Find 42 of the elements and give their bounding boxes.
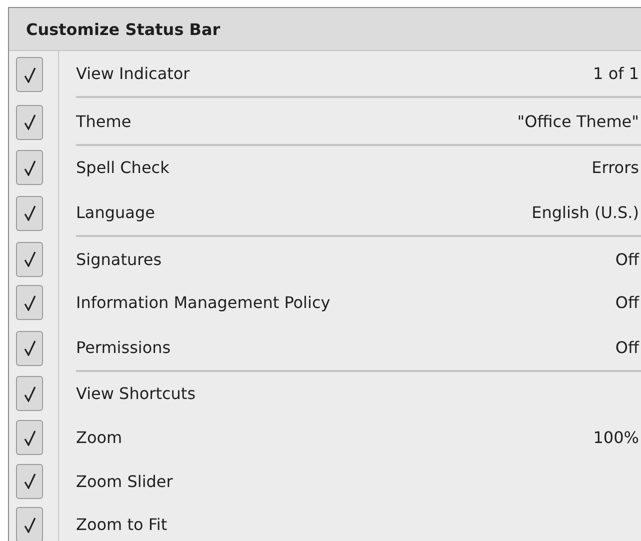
check-icon <box>24 205 36 222</box>
check-icon <box>24 66 36 82</box>
checkbox[interactable] <box>16 285 43 320</box>
menu-item[interactable]: Spell Check <box>76 158 170 178</box>
status-value: English (U.S.) <box>532 202 640 222</box>
check-icon <box>24 114 36 130</box>
checkbox[interactable] <box>16 507 43 541</box>
menu-item[interactable]: Information Management Policy <box>76 293 330 312</box>
menu-title: Customize Status Bar <box>9 8 641 51</box>
check-icon <box>24 294 36 311</box>
menu-item[interactable]: View Shortcuts <box>76 384 196 404</box>
check-icon <box>24 386 36 402</box>
menu-item[interactable]: Signatures <box>76 250 162 269</box>
status-value: 100% <box>593 428 640 448</box>
check-icon <box>24 340 36 356</box>
check-icon <box>24 473 36 490</box>
status-value: "Office Theme" <box>517 112 640 131</box>
checkbox[interactable] <box>16 376 43 412</box>
check-icon <box>24 430 36 446</box>
checkbox[interactable] <box>16 150 43 186</box>
checkbox[interactable] <box>16 330 43 366</box>
menu-item[interactable]: Language <box>76 202 155 222</box>
menu-item[interactable]: Zoom <box>76 428 122 448</box>
check-icon <box>24 160 36 176</box>
checkbox[interactable] <box>16 57 43 92</box>
checkbox[interactable] <box>16 420 43 456</box>
status-value: Off <box>615 250 640 269</box>
checkbox[interactable] <box>16 464 43 499</box>
status-value: Errors <box>592 158 640 178</box>
checkbox[interactable] <box>16 104 43 140</box>
menu-item[interactable]: Zoom Slider <box>76 472 173 491</box>
checkbox[interactable] <box>16 196 43 231</box>
checkbox[interactable] <box>16 242 43 277</box>
menu-item[interactable]: View Indicator <box>76 64 190 83</box>
status-value: Off <box>615 293 640 312</box>
menu-item[interactable]: Theme <box>76 112 132 131</box>
check-icon <box>24 516 36 533</box>
status-value: Off <box>615 338 640 357</box>
status-value: 1 of 1 <box>593 64 640 83</box>
check-icon <box>24 251 36 268</box>
menu-item[interactable]: Zoom to Fit <box>76 515 168 534</box>
menu-item[interactable]: Permissions <box>76 338 171 357</box>
